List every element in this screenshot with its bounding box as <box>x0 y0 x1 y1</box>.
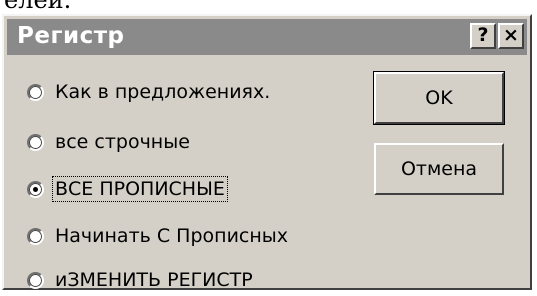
option-lowercase[interactable]: все строчные <box>27 126 192 158</box>
title-bar: Регистр ? × <box>7 19 527 55</box>
radio-sentence-case[interactable] <box>27 83 44 101</box>
dialog-client-area: Как в предложениях. все строчные ВСЕ ПРО… <box>7 58 527 291</box>
option-label: ВСЕ ПРОПИСНЫЕ <box>52 176 228 202</box>
page-text: елей. <box>4 0 72 14</box>
radio-uppercase[interactable] <box>27 180 44 198</box>
radio-toggle-case[interactable] <box>27 271 44 289</box>
option-title-case[interactable]: Начинать С Прописных <box>27 220 290 252</box>
register-dialog: Регистр ? × Как в предложениях. все стро… <box>2 14 532 291</box>
option-label: Начинать С Прописных <box>55 225 289 247</box>
dialog-title: Регистр <box>17 23 125 49</box>
radio-title-case[interactable] <box>27 227 44 245</box>
help-button[interactable]: ? <box>470 23 496 49</box>
ok-button[interactable]: OK <box>373 71 505 125</box>
option-uppercase[interactable]: ВСЕ ПРОПИСНЫЕ <box>27 173 228 205</box>
option-label: иЗМЕНИТЬ РЕГИСТР <box>55 269 253 291</box>
option-label: Как в предложениях. <box>55 81 271 103</box>
option-label: все строчные <box>55 131 190 153</box>
cancel-button[interactable]: Отмена <box>374 143 504 195</box>
radio-lowercase[interactable] <box>27 133 44 151</box>
option-toggle-case[interactable]: иЗМЕНИТЬ РЕГИСТР <box>27 264 255 296</box>
option-sentence-case[interactable]: Как в предложениях. <box>27 76 272 108</box>
close-button[interactable]: × <box>498 23 524 49</box>
